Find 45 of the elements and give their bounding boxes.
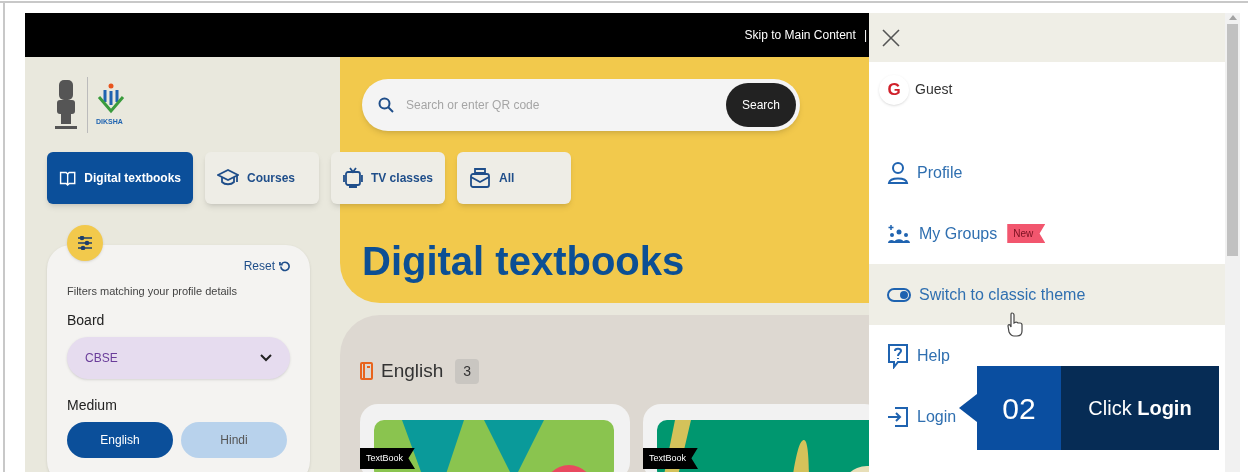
nav-tab[interactable]: Courses xyxy=(205,152,319,204)
section-title: English xyxy=(381,359,444,383)
search-icon xyxy=(378,97,394,113)
skip-link[interactable]: Skip to Main Content xyxy=(744,26,856,44)
nav-tab[interactable]: All xyxy=(457,152,571,204)
emblem-icon xyxy=(53,78,79,132)
step-number-tooltip: 02 xyxy=(977,366,1061,450)
book-icon xyxy=(360,362,373,381)
reset-button[interactable]: Reset xyxy=(243,257,290,275)
inbox-icon xyxy=(469,167,491,189)
medium-option[interactable]: Hindi xyxy=(181,421,287,458)
new-badge: New xyxy=(1007,224,1046,243)
scrollbar[interactable] xyxy=(1225,13,1240,472)
filter-note: Filters matching your profile details xyxy=(67,284,238,299)
reset-icon xyxy=(279,260,290,272)
chevron-down-icon xyxy=(260,353,272,362)
book-card[interactable]: TextBook xyxy=(360,403,630,472)
tv-icon xyxy=(343,167,363,189)
count-badge: 3 xyxy=(455,358,480,384)
sliders-icon xyxy=(77,236,93,250)
medium-option[interactable]: English xyxy=(67,421,173,458)
close-icon xyxy=(881,27,901,48)
search-field[interactable]: Search or enter QR code Search xyxy=(362,79,800,131)
board-dropdown[interactable]: CBSE xyxy=(67,336,290,379)
close-button[interactable] xyxy=(881,27,901,48)
group-icon xyxy=(887,223,911,244)
separator: | xyxy=(863,27,867,44)
nav-tab[interactable]: Digital textbooks xyxy=(47,152,193,204)
book-card[interactable]: TextBook xyxy=(643,403,869,472)
field-label: Medium xyxy=(67,395,118,415)
filter-button[interactable] xyxy=(67,225,103,261)
avatar: G xyxy=(879,74,909,105)
page-heading: Digital textbooks xyxy=(362,238,686,285)
field-label: Board xyxy=(67,310,106,330)
toggle-icon xyxy=(887,287,911,302)
nav-tab[interactable]: TV classes xyxy=(331,152,445,204)
search-button[interactable]: Search xyxy=(725,83,796,127)
menu-item[interactable]: Switch to classic theme xyxy=(869,264,1225,325)
user-name: Guest xyxy=(915,80,953,99)
help-icon xyxy=(887,342,909,369)
pointer-cursor-icon xyxy=(1007,312,1023,338)
graduation-cap-icon xyxy=(217,168,239,188)
instruction-tooltip: Click Login xyxy=(1061,366,1219,450)
person-icon xyxy=(887,160,909,185)
login-icon xyxy=(887,405,909,428)
